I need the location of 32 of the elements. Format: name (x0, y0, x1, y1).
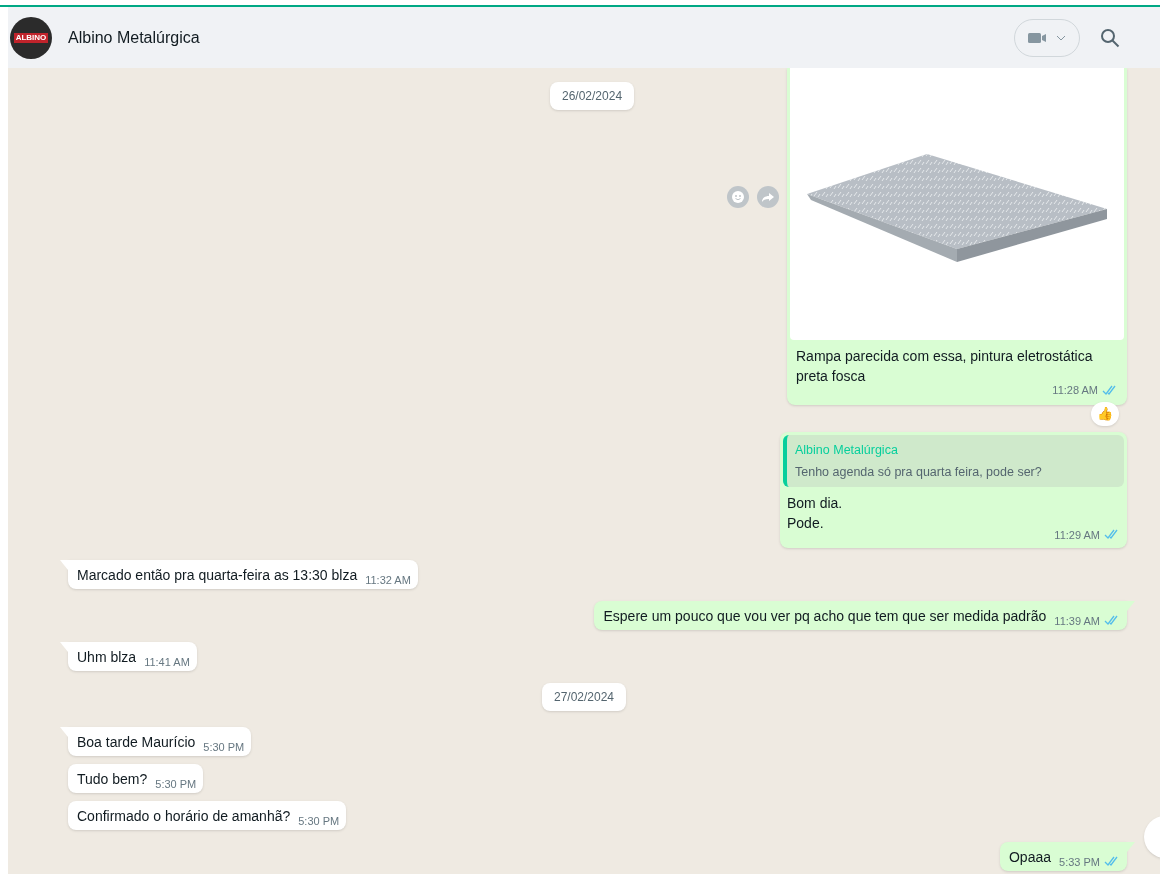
message-text: Espere um pouco que vou ver pq acho que tem que ser medida padrão (603, 607, 1047, 626)
quote-author: Albino Metalúrgica (795, 441, 899, 459)
message-time: 5:33 PM (1059, 854, 1100, 870)
message-time: 11:32 AM (365, 572, 411, 588)
smiley-icon (731, 190, 745, 204)
date-chip: 26/02/2024 (550, 82, 635, 110)
emoji-button[interactable] (727, 186, 749, 208)
video-camera-icon (1028, 31, 1048, 44)
message-text: Bom dia. Pode. (787, 493, 844, 533)
contact-avatar[interactable]: ALBINO (10, 16, 52, 59)
message-time: 11:39 AM (1054, 613, 1100, 629)
forward-button[interactable] (757, 186, 779, 208)
forward-icon (761, 190, 775, 204)
quote-text: Tenho agenda só pra quarta feira, pode ser? (795, 463, 1043, 481)
message-time: 11:41 AM (144, 654, 190, 670)
message-text: Boa tarde Maurício (77, 733, 196, 752)
caret-icon (1056, 34, 1066, 41)
message-text: Marcado então pra quarta-feira as 13:30 blza (77, 566, 358, 585)
message-time: 5:30 PM (155, 776, 197, 792)
message-text: Confirmado o horário de amanhã? (77, 807, 291, 826)
quoted-message[interactable]: Albino Metalúrgica Tenho agenda só pra quarta feira, pode ser? (783, 434, 1124, 487)
message-text: Rampa parecida com essa, pintura eletrostática preta fosca (796, 347, 1094, 386)
message-time: 5:30 PM (203, 739, 245, 755)
search-icon[interactable] (1100, 27, 1120, 48)
message-time: 11:28 AM (1052, 383, 1098, 398)
message-time: 5:30 PM (298, 813, 340, 829)
message-time: 11:29 AM (1054, 527, 1100, 543)
message-text: Tudo bem? (77, 770, 148, 789)
contact-name[interactable]: Albino Metalúrgica (68, 25, 200, 50)
message-text: Opaaa (1009, 848, 1052, 867)
message-text: Uhm blza (77, 648, 137, 667)
date-chip: 27/02/2024 (541, 683, 627, 711)
